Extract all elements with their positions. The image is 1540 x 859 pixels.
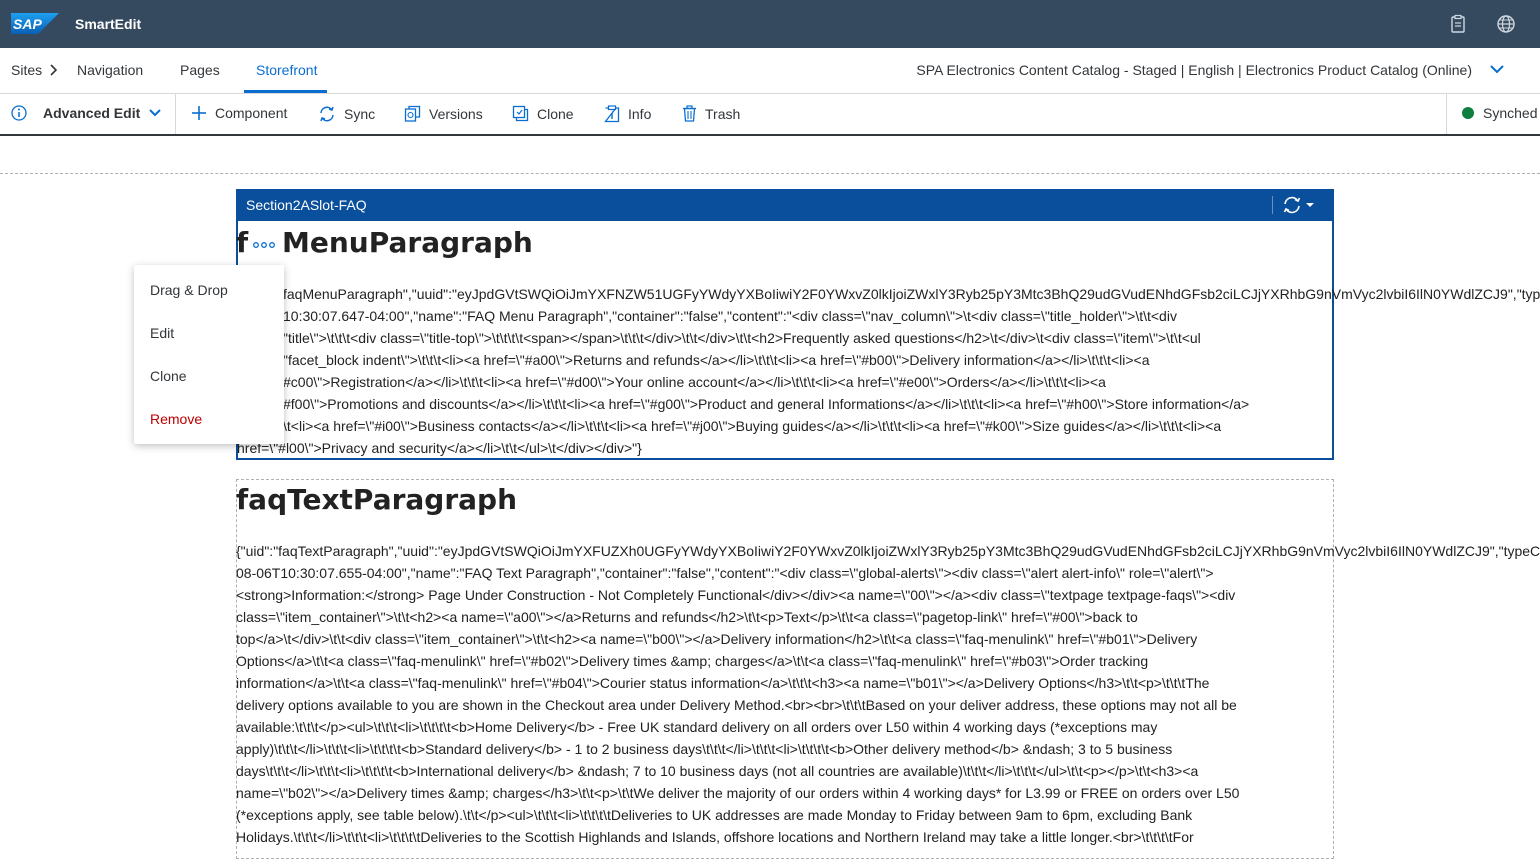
component-context-menu: Drag & Drop Edit Clone Remove bbox=[134, 265, 284, 444]
caret-down-icon bbox=[1306, 203, 1314, 207]
code-line: <strong>Information:</strong> Page Under… bbox=[236, 587, 1236, 603]
component-heading: MenuParagraph bbox=[282, 226, 533, 259]
slot-sync-dropdown[interactable] bbox=[1281, 195, 1317, 215]
sync-status: Synched bbox=[1462, 105, 1537, 121]
menu-item-drag-drop[interactable]: Drag & Drop bbox=[150, 282, 228, 298]
status-dot bbox=[1462, 107, 1474, 119]
add-component-button[interactable]: Component bbox=[191, 105, 287, 121]
code-line: 08-06T10:30:07.655-04:00","name":"FAQ Te… bbox=[236, 565, 1214, 581]
shell-bar: SAP SmartEdit bbox=[0, 0, 1540, 48]
nav-item-storefront[interactable]: Storefront bbox=[256, 62, 317, 78]
component-heading: faqTextParagraph bbox=[236, 483, 518, 516]
code-line: faqMenuParagraph","uuid":"eyJpdGVtSWQiOi… bbox=[283, 286, 1540, 302]
code-line: href=\"#l00\">Privacy and security</a></… bbox=[237, 440, 642, 456]
toolbar-divider bbox=[175, 94, 176, 134]
sync-icon bbox=[1283, 196, 1301, 214]
code-line: Options</a>\t\t<a class=\"faq-menulink\"… bbox=[236, 653, 1149, 669]
code-line: information</a>\t\t<a class=\"faq-menuli… bbox=[236, 675, 1210, 691]
nav-item-pages[interactable]: Pages bbox=[180, 62, 220, 78]
versions-label: Versions bbox=[429, 105, 483, 122]
svg-text:SAP: SAP bbox=[13, 16, 42, 32]
code-line: class=\"item_container\">\t\t<h2><a name… bbox=[236, 609, 1138, 625]
sync-button[interactable]: Sync bbox=[318, 105, 375, 123]
clone-label: Clone bbox=[537, 105, 574, 122]
component-faq-text-paragraph[interactable] bbox=[236, 479, 1334, 859]
trash-label: Trash bbox=[705, 105, 741, 122]
code-line: top</a>\t</div>\t\t<div class=\"item_con… bbox=[236, 631, 1198, 647]
chevron-down-icon[interactable] bbox=[1489, 61, 1505, 77]
code-line: delivery options available to you are sh… bbox=[236, 697, 1237, 713]
code-line: \t<li><a href=\"#i00\">Business contacts… bbox=[283, 418, 1222, 434]
toolbar-divider bbox=[1446, 94, 1447, 134]
clone-icon bbox=[512, 105, 529, 122]
app-title: SmartEdit bbox=[75, 16, 142, 32]
code-line: "title\">\t\t\t<div class=\"title-top\">… bbox=[283, 330, 1201, 346]
slot-header[interactable]: Section2ASlot-FAQ bbox=[236, 189, 1334, 221]
globe-icon[interactable] bbox=[1496, 14, 1516, 34]
info-button[interactable]: Info bbox=[604, 105, 651, 123]
info-label: Info bbox=[628, 106, 652, 122]
sap-logo: SAP bbox=[11, 13, 59, 34]
advanced-edit-label: Advanced Edit bbox=[43, 105, 141, 121]
more-options-icon[interactable] bbox=[252, 238, 280, 252]
sync-label: Sync bbox=[344, 106, 376, 122]
trash-icon bbox=[683, 105, 696, 122]
nav-item-navigation[interactable]: Navigation bbox=[77, 62, 143, 78]
plus-icon bbox=[192, 106, 206, 120]
menu-item-clone[interactable]: Clone bbox=[150, 368, 187, 384]
slot-title: Section2ASlot-FAQ bbox=[246, 197, 367, 213]
info-circle-icon bbox=[11, 105, 27, 121]
menu-item-remove[interactable]: Remove bbox=[150, 411, 202, 427]
sync-icon bbox=[320, 106, 334, 122]
sync-status-label: Synched bbox=[1483, 105, 1538, 121]
code-line: "facet_block indent\">\t\t\t<li><a href=… bbox=[283, 352, 1150, 368]
nav-item-sites[interactable]: Sites bbox=[11, 62, 42, 78]
chevron-right-icon bbox=[50, 64, 58, 76]
clone-button[interactable]: Clone bbox=[512, 105, 574, 122]
active-tab-indicator bbox=[244, 90, 327, 93]
code-line: (*exceptions apply, see table below).\t\… bbox=[236, 807, 1193, 823]
trash-button[interactable]: Trash bbox=[682, 105, 740, 122]
toolbar: Advanced Edit Component Sync Versions Cl… bbox=[0, 94, 1540, 136]
page-info-icon bbox=[604, 105, 620, 123]
chevron-down-icon bbox=[149, 109, 161, 117]
advanced-edit-dropdown[interactable]: Advanced Edit bbox=[11, 105, 162, 121]
code-line: apply)\t\t\t</li>\t\t\t<li>\t\t\t\t<b>St… bbox=[236, 741, 1173, 757]
code-line: 10:30:07.647-04:00","name":"FAQ Menu Par… bbox=[283, 308, 1177, 324]
versions-button[interactable]: Versions bbox=[404, 105, 483, 122]
catalog-selector-label[interactable]: SPA Electronics Content Catalog - Staged… bbox=[916, 62, 1472, 78]
code-line: Holidays.\t\t\t</li>\t\t\t<li>\t\t\t\tDe… bbox=[236, 829, 1194, 845]
code-line: #f00\">Promotions and discounts</a></li>… bbox=[283, 396, 1250, 412]
code-line: available:\t\t\t</p><ul>\t\t\t<li>\t\t\t… bbox=[236, 719, 1158, 735]
component-heading-prefix: f bbox=[236, 226, 249, 259]
nav-bar: Sites Navigation Pages Storefront SPA El… bbox=[0, 48, 1540, 94]
code-line: days\t\t\t</li>\t\t\t<li>\t\t\t\t<b>Inte… bbox=[236, 763, 1199, 779]
component-label: Component bbox=[215, 105, 288, 121]
menu-item-edit[interactable]: Edit bbox=[150, 325, 174, 341]
clipboard-icon[interactable] bbox=[1448, 14, 1468, 34]
code-line: {"uid":"faqTextParagraph","uuid":"eyJpdG… bbox=[236, 543, 1540, 559]
slot-header-divider bbox=[1272, 196, 1273, 214]
versions-icon bbox=[404, 105, 421, 122]
page-slot-boundary bbox=[0, 173, 1540, 174]
code-line: #c00\">Registration</a></li>\t\t\t<li><a… bbox=[283, 374, 1106, 390]
code-line: name=\"b02\"></a>Delivery times &amp; ch… bbox=[236, 785, 1240, 801]
